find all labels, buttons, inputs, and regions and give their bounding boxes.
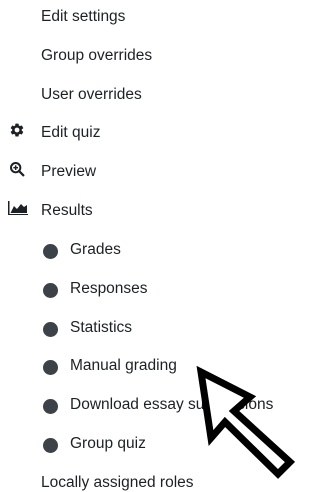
- bullet-icon: [43, 438, 58, 453]
- submenu-item-label: Manual grading: [70, 357, 177, 374]
- menu-item-user-overrides[interactable]: User overrides: [41, 83, 142, 107]
- bullet-icon: [43, 283, 58, 298]
- quiz-administration-menu: Edit settings Group overrides User overr…: [0, 0, 310, 492]
- menu-item-label: Group overrides: [41, 47, 153, 64]
- magnifier-icon: [8, 160, 26, 178]
- submenu-item-label: Grades: [70, 241, 121, 258]
- submenu-item-label: Group quiz: [70, 435, 146, 452]
- submenu-item-label: Statistics: [70, 319, 133, 336]
- bullet-icon: [43, 322, 58, 337]
- menu-item-label: Edit quiz: [41, 124, 101, 141]
- menu-item-preview[interactable]: Preview: [41, 160, 96, 184]
- arrow-cursor-icon: [196, 366, 296, 479]
- menu-item-label: Edit settings: [41, 8, 126, 25]
- submenu-item-responses[interactable]: Responses: [70, 277, 148, 301]
- submenu-item-label: Responses: [70, 280, 148, 297]
- menu-item-results[interactable]: Results: [41, 199, 93, 223]
- bullet-icon: [43, 360, 58, 375]
- menu-item-label: User overrides: [41, 86, 142, 103]
- menu-item-label: Preview: [41, 163, 97, 180]
- submenu-item-manual-grading[interactable]: Manual grading: [70, 354, 177, 378]
- menu-item-group-overrides[interactable]: Group overrides: [41, 44, 152, 68]
- bullet-icon: [43, 244, 58, 259]
- menu-item-edit-quiz[interactable]: Edit quiz: [41, 121, 100, 145]
- bullet-icon: [43, 399, 58, 414]
- submenu-item-statistics[interactable]: Statistics: [70, 316, 132, 340]
- submenu-item-grades[interactable]: Grades: [70, 238, 121, 262]
- menu-item-label: Results: [41, 202, 93, 219]
- area-chart-icon: [7, 199, 29, 217]
- menu-item-edit-settings[interactable]: Edit settings: [41, 5, 125, 29]
- menu-item-locally-assigned-roles[interactable]: Locally assigned roles: [41, 471, 194, 492]
- submenu-item-group-quiz[interactable]: Group quiz: [70, 432, 146, 456]
- gear-icon: [8, 121, 26, 139]
- menu-item-label: Locally assigned roles: [41, 474, 194, 491]
